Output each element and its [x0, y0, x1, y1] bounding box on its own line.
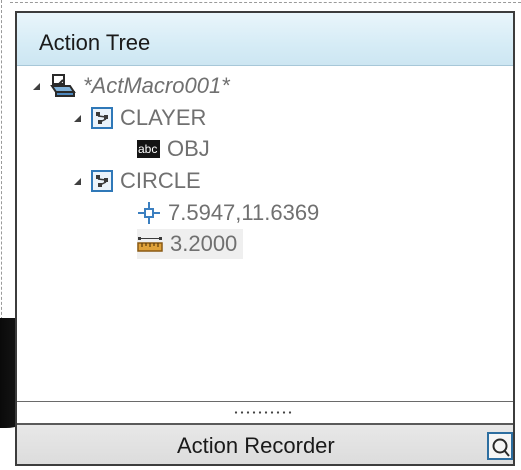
- tree-node-clayer[interactable]: CLAYER: [74, 103, 206, 133]
- tree-leaf-label: 3.2000: [170, 231, 238, 256]
- collapse-triangle-icon[interactable]: [33, 82, 40, 90]
- footer-title: Action Recorder: [177, 433, 335, 458]
- grip-dots-icon: [233, 411, 293, 414]
- command-node-icon: [91, 170, 113, 192]
- text-value-glyph: abc: [138, 142, 158, 156]
- macro-icon: [50, 73, 76, 99]
- palette-header: Action Tree: [17, 13, 513, 66]
- action-tree: *ActMacro001* CLAYER abc OBJ CIRCLE 7.59…: [17, 66, 513, 406]
- top-dashed-edge: [10, 2, 521, 3]
- tree-leaf-point[interactable]: 7.5947,11.6369: [137, 198, 319, 228]
- footer-button[interactable]: [487, 432, 513, 460]
- palette-footer: Action Recorder: [17, 425, 513, 464]
- resize-grip[interactable]: [17, 405, 513, 423]
- tree-leaf-distance[interactable]: 3.2000: [137, 229, 244, 259]
- distance-value-icon: [137, 234, 163, 254]
- screenshot-stage: Action Tree *ActMacro001* CLAYER abc OBJ…: [0, 0, 521, 470]
- point-coordinate-icon: [137, 201, 161, 225]
- tree-leaf-label: OBJ: [167, 136, 210, 161]
- collapse-triangle-icon[interactable]: [74, 114, 81, 122]
- tree-leaf-label: 7.5947,11.6369: [168, 200, 320, 225]
- action-tree-palette: Action Tree *ActMacro001* CLAYER abc OBJ…: [15, 11, 515, 466]
- tree-node-label: *ActMacro001*: [83, 73, 230, 98]
- palette-title: Action Tree: [39, 30, 151, 55]
- tree-leaf-obj[interactable]: abc OBJ: [137, 134, 210, 164]
- tree-node-root[interactable]: *ActMacro001*: [33, 71, 230, 101]
- tree-node-label: CLAYER: [120, 105, 207, 130]
- tree-bottom-border: [17, 401, 513, 402]
- record-icon: [492, 438, 510, 457]
- command-node-icon: [91, 107, 113, 129]
- collapse-triangle-icon[interactable]: [74, 177, 81, 185]
- tree-node-label: CIRCLE: [120, 168, 201, 193]
- text-value-icon: abc: [137, 140, 160, 158]
- left-dashed-edge: [1, 0, 2, 330]
- tree-node-circle[interactable]: CIRCLE: [74, 166, 201, 196]
